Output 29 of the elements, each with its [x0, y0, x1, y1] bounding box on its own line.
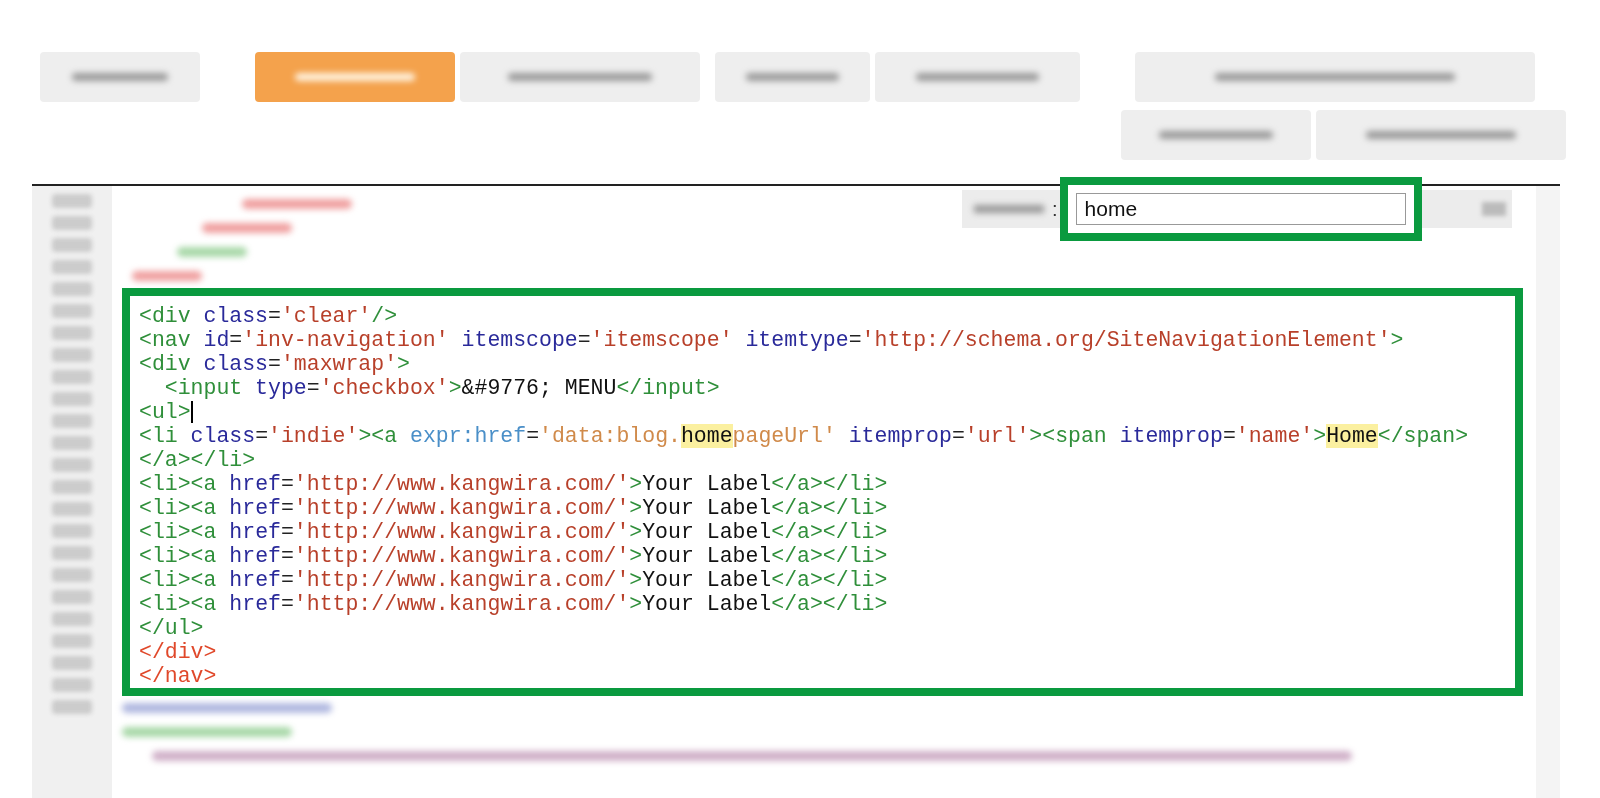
search-field[interactable]: home [1075, 193, 1406, 225]
code-line: </ul> [139, 616, 205, 640]
code-line: <li><a href='http://www.kangwira.com/'>Your Label</a></li> [139, 520, 889, 544]
blurred-search-label [974, 205, 1044, 213]
code-line: <div class='maxwrap'> [139, 352, 411, 376]
code-line: <ul> [139, 400, 194, 424]
code-line: <input type='checkbox'>&#9776; MENU</input> [163, 376, 721, 400]
blurred-button[interactable] [1121, 110, 1311, 160]
blurred-button[interactable] [1316, 110, 1566, 160]
blurred-close-icon[interactable] [1481, 202, 1506, 216]
blurred-button[interactable] [255, 52, 455, 102]
code-line: <li><a href='http://www.kangwira.com/'>Your Label</a></li> [139, 472, 889, 496]
code-line: </a></li> [139, 448, 257, 472]
blurred-button[interactable] [40, 52, 200, 102]
code-line: <li><a href='http://www.kangwira.com/'>Your Label</a></li> [139, 496, 889, 520]
code-line: </nav> [139, 664, 218, 688]
blurred-button[interactable] [715, 52, 870, 102]
blurred-button[interactable] [875, 52, 1080, 102]
code-line: <div class='clear'/> [139, 304, 399, 328]
scrollbar[interactable] [1536, 186, 1560, 798]
code-line: <li><a href='http://www.kangwira.com/'>Your Label</a></li> [139, 592, 889, 616]
blurred-button[interactable] [460, 52, 700, 102]
code-line: <li class='indie'><a expr:href='data:blog.homepageUrl' itemprop='url'><span itemprop='name'>Home</span> [139, 424, 1470, 448]
blurred-button[interactable] [1135, 52, 1535, 102]
code-line: <nav id='inv-navigation' itemscope='itemscope' itemtype='http://schema.org/SiteNavigationElement'> [139, 328, 1405, 352]
code-line: <li><a href='http://www.kangwira.com/'>Your Label</a></li> [139, 544, 889, 568]
search-label-colon: : [1052, 197, 1058, 222]
code-line: <li><a href='http://www.kangwira.com/'>Your Label</a></li> [139, 568, 889, 592]
code-line: </div> [139, 640, 218, 664]
